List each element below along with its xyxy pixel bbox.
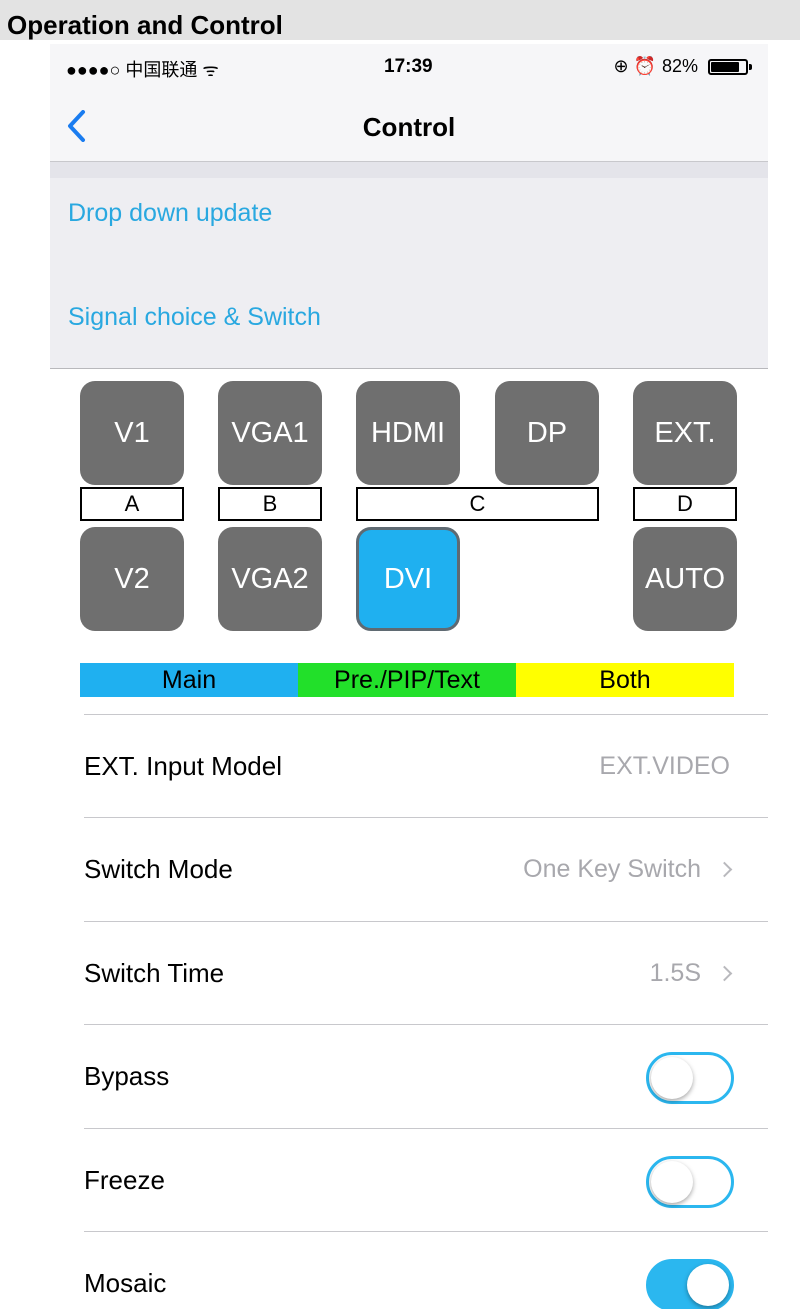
setting-label: Bypass <box>84 1061 170 1091</box>
setting-row-ext-input-model[interactable]: EXT. Input Model EXT.VIDEO <box>84 714 768 817</box>
setting-label: Switch Mode <box>84 854 233 884</box>
chevron-right-icon <box>716 861 733 878</box>
freeze-toggle[interactable] <box>646 1156 734 1208</box>
legend-pip: Pre./PIP/Text <box>298 663 516 697</box>
chevron-right-icon <box>716 965 733 982</box>
signal-choice-link[interactable]: Signal choice & Switch <box>68 303 321 332</box>
phone-screen: ●●●●○ 中国联通 ᯤ 17:39 ⊕ ⏰ 82% Control Drop … <box>50 44 768 1309</box>
mosaic-toggle[interactable] <box>646 1259 734 1309</box>
drop-down-update-link[interactable]: Drop down update <box>68 199 272 228</box>
key-dp[interactable]: DP <box>495 381 599 485</box>
setting-row-switch-mode[interactable]: Switch Mode One Key Switch <box>84 817 768 920</box>
setting-label: EXT. Input Model <box>84 751 282 781</box>
status-right: ⊕ ⏰ 82% <box>613 56 752 77</box>
setting-value-text: One Key Switch <box>523 855 701 883</box>
group-label-a: A <box>80 487 184 521</box>
setting-value-text: 1.5S <box>649 959 701 987</box>
toggle-knob <box>651 1057 693 1099</box>
setting-row-mosaic: Mosaic <box>84 1231 768 1309</box>
battery-icon <box>708 58 752 75</box>
toggle-knob <box>651 1161 693 1203</box>
key-vga2[interactable]: VGA2 <box>218 527 322 631</box>
key-hdmi[interactable]: HDMI <box>356 381 460 485</box>
legend-both: Both <box>516 663 734 697</box>
battery-percent: 82% <box>661 56 698 76</box>
refresh-strip <box>50 162 768 178</box>
group-label-d: D <box>633 487 737 521</box>
group-label-c: C <box>356 487 599 521</box>
bypass-toggle[interactable] <box>646 1052 734 1104</box>
toggle-knob <box>687 1264 729 1306</box>
carrier-label: ●●●●○ 中国联通 ᯤ <box>66 60 219 80</box>
setting-value: EXT.VIDEO <box>599 752 730 781</box>
document-heading: Operation and Control <box>0 0 800 40</box>
setting-label: Freeze <box>84 1165 165 1195</box>
setting-row-freeze: Freeze <box>84 1128 768 1231</box>
setting-value: One Key Switch <box>523 855 733 884</box>
key-ext[interactable]: EXT. <box>633 381 737 485</box>
legend-main: Main <box>80 663 298 697</box>
nav-bar: Control <box>50 90 768 162</box>
key-dvi[interactable]: DVI <box>356 527 460 631</box>
setting-row-switch-time[interactable]: Switch Time 1.5S <box>84 921 768 1024</box>
setting-label: Switch Time <box>84 958 225 988</box>
setting-value-text: EXT.VIDEO <box>599 752 730 780</box>
key-v1[interactable]: V1 <box>80 381 184 485</box>
status-icons: ⊕ ⏰ <box>613 56 656 76</box>
divider <box>50 368 768 369</box>
setting-value: 1.5S <box>649 959 733 988</box>
setting-row-bypass: Bypass <box>84 1024 768 1127</box>
setting-label: Mosaic <box>84 1268 167 1298</box>
key-vga1[interactable]: VGA1 <box>218 381 322 485</box>
key-v2[interactable]: V2 <box>80 527 184 631</box>
clock: 17:39 <box>384 56 433 77</box>
status-bar: ●●●●○ 中国联通 ᯤ 17:39 ⊕ ⏰ 82% <box>50 44 768 90</box>
color-legend: Main Pre./PIP/Text Both <box>80 663 734 697</box>
group-label-b: B <box>218 487 322 521</box>
page-title: Control <box>362 112 456 142</box>
key-auto[interactable]: AUTO <box>633 527 737 631</box>
